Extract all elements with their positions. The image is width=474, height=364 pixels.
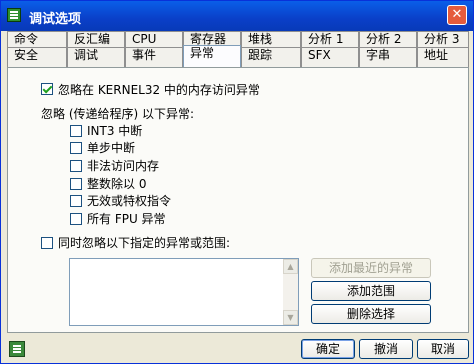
- debug-options-window: 调试选项 ✕ 命令 反汇编 CPU 寄存器 堆栈 分析 1 分析 2 分析 3 …: [0, 0, 474, 364]
- single-step-label: 单步中断: [87, 141, 136, 155]
- delete-selection-button[interactable]: 删除选择: [311, 304, 431, 324]
- cancel-button[interactable]: 取消: [417, 339, 469, 359]
- tab-analysis-2[interactable]: 分析 2: [359, 31, 417, 47]
- fpu-exceptions-checkbox[interactable]: [70, 213, 82, 225]
- ignore-custom-checkbox[interactable]: [41, 237, 53, 249]
- memory-access-checkbox[interactable]: [70, 160, 82, 172]
- int3-label: INT3 中断: [87, 124, 143, 138]
- tab-cpu[interactable]: CPU: [125, 31, 183, 47]
- ok-button[interactable]: 确定: [301, 339, 355, 359]
- memory-access-label: 非法访问内存: [87, 159, 160, 173]
- tab-strings[interactable]: 字串: [359, 47, 417, 67]
- tab-sfx[interactable]: SFX: [301, 47, 359, 67]
- invalid-instruction-label: 无效或特权指令: [87, 194, 172, 208]
- ignore-group-label: 忽略 (传递给程序) 以下异常:: [41, 107, 195, 121]
- add-range-button[interactable]: 添加范围: [311, 281, 431, 301]
- int3-checkbox[interactable]: [70, 125, 82, 137]
- ignore-kernel32-checkbox[interactable]: [41, 83, 53, 95]
- status-app-icon: [9, 341, 25, 357]
- ignore-kernel32-label: 忽略在 KERNEL32 中的内存访问异常: [58, 83, 260, 97]
- divide-by-zero-checkbox[interactable]: [70, 178, 82, 190]
- invalid-instruction-checkbox[interactable]: [70, 195, 82, 207]
- tab-strip: 命令 反汇编 CPU 寄存器 堆栈 分析 1 分析 2 分析 3 安全 调试 事…: [7, 31, 469, 68]
- tab-debug[interactable]: 调试: [67, 47, 125, 67]
- tab-events[interactable]: 事件: [125, 47, 183, 67]
- close-button[interactable]: ✕: [447, 5, 467, 25]
- undo-button[interactable]: 撤消: [359, 339, 413, 359]
- tab-addresses[interactable]: 地址: [417, 47, 469, 67]
- tab-security[interactable]: 安全: [7, 47, 67, 67]
- title-bar[interactable]: 调试选项 ✕: [1, 1, 473, 31]
- list-scrollbar[interactable]: ▲ ▼: [283, 259, 298, 325]
- scroll-up-icon[interactable]: ▲: [283, 259, 298, 274]
- tab-exceptions[interactable]: 异常: [183, 45, 241, 68]
- ignore-custom-label: 同时忽略以下指定的异常或范围:: [58, 236, 231, 250]
- fpu-exceptions-label: 所有 FPU 异常: [87, 212, 166, 226]
- divide-by-zero-label: 整数除以 0: [87, 177, 147, 191]
- single-step-checkbox[interactable]: [70, 142, 82, 154]
- scroll-down-icon[interactable]: ▼: [283, 310, 298, 325]
- add-last-exception-button[interactable]: 添加最近的异常: [311, 258, 431, 278]
- window-title: 调试选项: [29, 12, 82, 27]
- tab-analysis-3[interactable]: 分析 3: [417, 31, 469, 47]
- tab-disassembler[interactable]: 反汇编: [67, 31, 125, 47]
- tab-analysis-1[interactable]: 分析 1: [301, 31, 359, 47]
- tab-commands[interactable]: 命令: [7, 31, 67, 47]
- app-icon: [7, 8, 21, 22]
- exception-range-list[interactable]: ▲ ▼: [69, 258, 299, 326]
- tab-trace[interactable]: 跟踪: [241, 47, 301, 67]
- tab-stack[interactable]: 堆栈: [241, 31, 301, 47]
